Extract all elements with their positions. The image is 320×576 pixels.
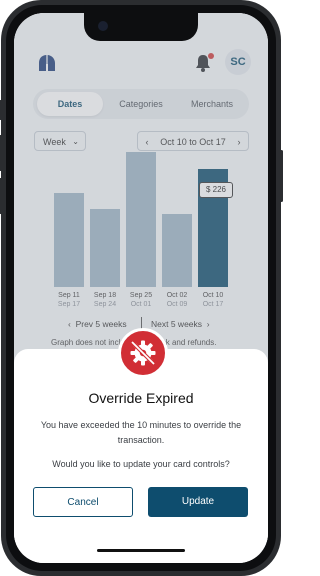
home-indicator[interactable]: [97, 549, 185, 552]
screen: SC Dates Categories Merchants Week ⌄ ‹ O…: [14, 13, 268, 563]
dialog-sheet: [14, 349, 268, 563]
mute-switch: [0, 100, 2, 120]
camera-icon: [98, 21, 108, 31]
gear-slash-icon: [130, 340, 156, 366]
dialog-message: You have exceeded the 10 minutes to over…: [40, 420, 242, 445]
dialog-question: Would you like to update your card contr…: [52, 459, 230, 469]
update-button[interactable]: Update: [148, 487, 248, 517]
cancel-button[interactable]: Cancel: [33, 487, 133, 517]
volume-down-button: [0, 178, 2, 214]
power-button: [280, 150, 283, 202]
volume-up-button: [0, 135, 2, 171]
alert-badge: [118, 328, 168, 378]
notch: [84, 13, 198, 41]
dialog-title: Override Expired: [88, 390, 194, 406]
